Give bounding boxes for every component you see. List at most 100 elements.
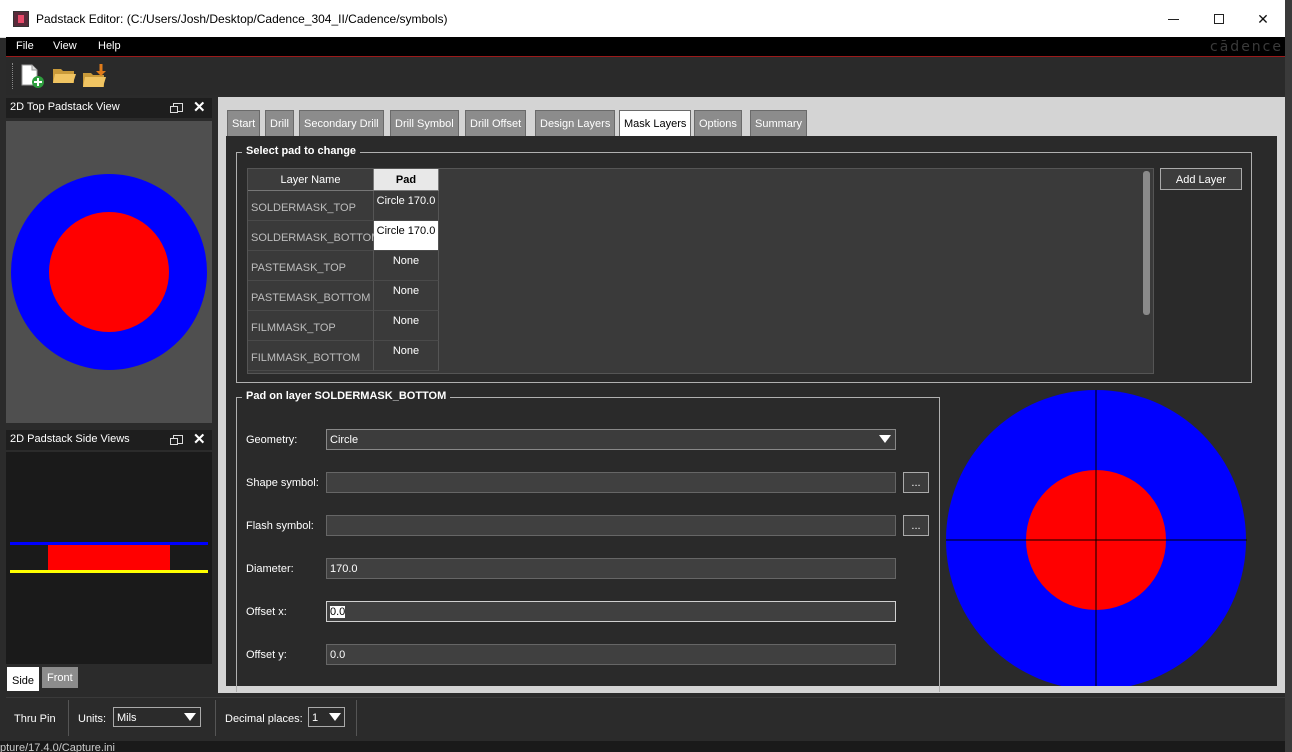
menu-file[interactable]: File: [16, 40, 34, 52]
table-row-pad[interactable]: None: [374, 311, 439, 341]
decimal-places-select[interactable]: 1: [308, 707, 345, 727]
toolbar: [6, 57, 1285, 95]
menu-view[interactable]: View: [53, 40, 77, 52]
top-view-canvas: [11, 174, 207, 370]
offset-x-field[interactable]: 0.0: [326, 601, 896, 622]
decimal-places-value: 1: [312, 712, 319, 724]
offset-y-field[interactable]: 0.0: [326, 644, 896, 665]
table-row-pad-selected[interactable]: Circle 170.0: [374, 221, 439, 251]
add-layer-button[interactable]: Add Layer: [1160, 168, 1242, 190]
geometry-value: Circle: [330, 434, 359, 446]
offset-x-value: 0.0: [330, 606, 346, 618]
cadence-logo: cādence: [1210, 39, 1283, 55]
pad-preview: [944, 388, 1247, 686]
new-padstack-icon[interactable]: [19, 63, 45, 89]
close-icon[interactable]: ✕: [193, 98, 206, 116]
flash-symbol-label: Flash symbol:: [246, 520, 314, 532]
minimize-icon: [1167, 18, 1179, 20]
tab-drill-offset[interactable]: Drill Offset: [465, 110, 527, 136]
pad-header[interactable]: Pad: [374, 169, 439, 191]
toolbar-grip: [12, 63, 14, 89]
units-label: Units:: [78, 713, 107, 725]
top-view-title: 2D Top Padstack View: [10, 101, 120, 113]
float-icon[interactable]: [170, 103, 183, 113]
offset-x-label: Offset x:: [246, 606, 287, 618]
shape-symbol-browse-button[interactable]: ...: [903, 472, 929, 493]
units-select[interactable]: Mils: [113, 707, 201, 727]
select-pad-title: Select pad to change: [242, 145, 361, 157]
diameter-label: Diameter:: [246, 563, 294, 575]
status-bar: Thru Pin Units: Mils Decimal places: 1: [6, 697, 1285, 739]
geometry-select[interactable]: Circle: [326, 429, 896, 450]
import-icon[interactable]: [82, 63, 108, 89]
decimal-places-label: Decimal places:: [225, 713, 303, 725]
tab-side[interactable]: Side: [7, 667, 40, 691]
table-row-layer[interactable]: FILMMASK_BOTTOM: [248, 341, 374, 371]
minimize-button[interactable]: [1150, 0, 1196, 38]
table-row-pad[interactable]: None: [374, 281, 439, 311]
table-row-pad[interactable]: Circle 170.0: [374, 191, 439, 221]
maximize-button[interactable]: [1196, 0, 1242, 38]
table-row-pad[interactable]: None: [374, 251, 439, 281]
top-layer-line: [10, 542, 208, 545]
pad-block: [48, 545, 170, 570]
status-separator: [68, 700, 69, 736]
tab-design-layers[interactable]: Design Layers: [535, 110, 616, 136]
float-icon[interactable]: [170, 435, 183, 445]
open-folder-icon[interactable]: [51, 63, 77, 89]
top-view-header: 2D Top Padstack View ✕: [6, 98, 212, 118]
pad-on-layer-title: Pad on layer SOLDERMASK_BOTTOM: [242, 390, 451, 402]
table-row-layer[interactable]: SOLDERMASK_BOTTOM: [248, 221, 380, 251]
layer-name-header[interactable]: Layer Name: [248, 169, 374, 191]
side-view-header: 2D Padstack Side Views ✕: [6, 430, 212, 450]
tab-secondary-drill[interactable]: Secondary Drill: [299, 110, 384, 136]
diameter-field[interactable]: 170.0: [326, 558, 896, 579]
tab-summary[interactable]: Summary: [750, 110, 808, 136]
window-title: Padstack Editor: (C:/Users/Josh/Desktop/…: [36, 12, 448, 26]
chevron-down-icon: [329, 713, 341, 721]
chevron-down-icon: [184, 713, 196, 721]
tab-front[interactable]: Front: [42, 667, 78, 688]
table-row-layer[interactable]: PASTEMASK_TOP: [248, 251, 374, 281]
flash-symbol-field[interactable]: [326, 515, 896, 536]
table-row-layer[interactable]: SOLDERMASK_TOP: [248, 191, 374, 221]
close-icon[interactable]: ✕: [193, 430, 206, 448]
tab-drill[interactable]: Drill: [265, 110, 294, 136]
side-padstack-view: [6, 452, 212, 664]
title-bar: Padstack Editor: (C:/Users/Josh/Desktop/…: [0, 0, 1285, 38]
bottom-layer-line: [10, 570, 208, 573]
side-view-title: 2D Padstack Side Views: [10, 433, 130, 445]
table-scrollbar[interactable]: [1143, 171, 1150, 315]
table-row-pad[interactable]: None: [374, 341, 439, 371]
shape-symbol-field[interactable]: [326, 472, 896, 493]
geometry-label: Geometry:: [246, 434, 298, 446]
units-value: Mils: [117, 712, 137, 724]
offset-y-label: Offset y:: [246, 649, 287, 661]
pin-type-label: Thru Pin: [14, 713, 56, 725]
table-row-layer[interactable]: PASTEMASK_BOTTOM: [248, 281, 374, 311]
pad-preview-canvas: [946, 390, 1247, 686]
table-row-layer[interactable]: FILMMASK_TOP: [248, 311, 374, 341]
background-window-edge: [1285, 0, 1292, 752]
tab-mask-layers[interactable]: Mask Layers: [619, 110, 692, 137]
menu-help[interactable]: Help: [98, 40, 121, 52]
maximize-icon: [1214, 14, 1224, 24]
tab-drill-symbol[interactable]: Drill Symbol: [390, 110, 459, 136]
side-view-tabs: Side Front: [6, 664, 212, 692]
close-icon: ✕: [1257, 10, 1269, 27]
menu-bar: File View Help cādence: [6, 37, 1285, 57]
close-button[interactable]: ✕: [1240, 0, 1286, 38]
flash-symbol-browse-button[interactable]: ...: [903, 515, 929, 536]
app-icon: [13, 11, 29, 27]
chevron-down-icon: [879, 435, 891, 443]
status-separator: [356, 700, 357, 736]
inner-pad-circle: [49, 212, 169, 332]
side-view-canvas: [10, 542, 208, 573]
tab-options[interactable]: Options: [694, 110, 742, 136]
top-padstack-view: [6, 121, 212, 423]
mask-layer-table: Layer Name Pad SOLDERMASK_TOP Circle 170…: [247, 168, 1154, 374]
shape-symbol-label: Shape symbol:: [246, 477, 319, 489]
background-path-text: pture/17.4.0/Capture.ini: [0, 741, 1285, 752]
status-separator: [215, 700, 216, 736]
tab-start[interactable]: Start: [227, 110, 261, 136]
